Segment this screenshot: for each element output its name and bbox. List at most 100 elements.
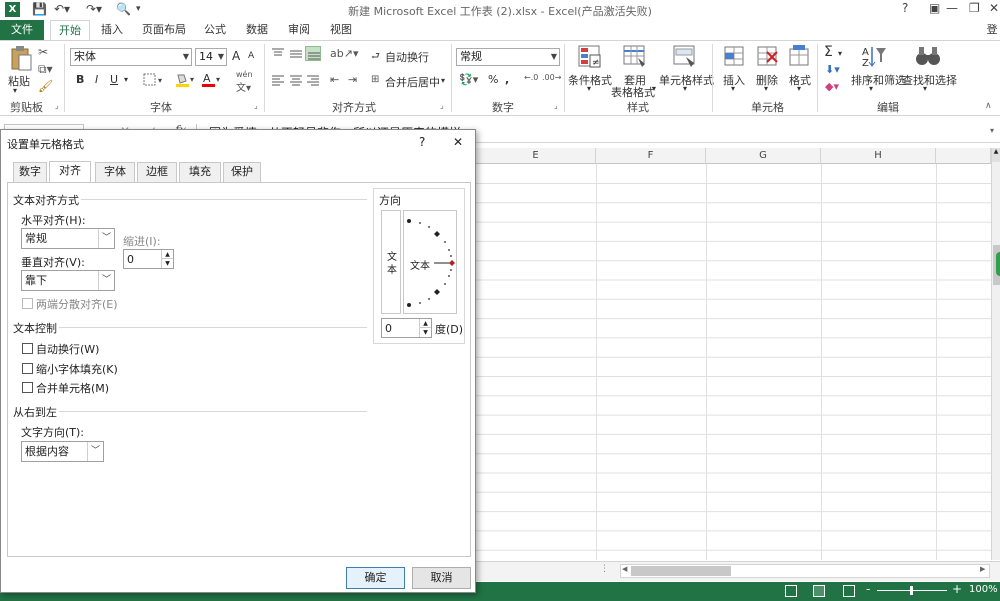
wrap-text-icon[interactable]: ⮐ <box>371 49 380 66</box>
column-header-f[interactable]: F <box>596 148 706 164</box>
wrap-text-button[interactable]: 自动换行 <box>385 49 429 65</box>
find-select-button[interactable]: 查找和选择 <box>902 72 957 88</box>
collapse-ribbon-icon[interactable]: ∧ <box>985 101 992 111</box>
zoom-out-button[interactable]: - <box>866 582 870 596</box>
scroll-right-icon[interactable]: ▶ <box>980 565 985 573</box>
number-format-combo[interactable]: 常规 ▼ <box>456 48 560 66</box>
horizontal-scroll-thumb[interactable] <box>631 566 731 576</box>
merge-cells-checkbox[interactable] <box>22 382 33 393</box>
font-launcher-icon[interactable]: ⌟ <box>254 101 258 110</box>
dialog-tab-number[interactable]: 数字 <box>13 162 47 182</box>
paste-dropdown-icon[interactable]: ▾ <box>13 86 17 95</box>
scroll-left-icon[interactable]: ◀ <box>622 565 627 573</box>
side-widget-icon[interactable] <box>996 252 1000 276</box>
page-layout-view-icon[interactable] <box>813 585 825 597</box>
dialog-tab-alignment[interactable]: 对齐 <box>49 161 91 182</box>
underline-dropdown-icon[interactable]: ▾ <box>124 75 128 84</box>
page-break-view-icon[interactable] <box>843 585 855 597</box>
font-size-combo[interactable]: 14 ▼ <box>195 48 227 66</box>
sign-in-link[interactable]: 登 <box>984 20 1000 40</box>
align-top-icon[interactable] <box>270 47 286 64</box>
scroll-up-icon[interactable]: ▲ <box>992 148 1000 162</box>
text-direction-select[interactable]: 根据内容 ﹀ <box>21 441 104 462</box>
merge-dropdown-icon[interactable]: ▾ <box>441 76 445 85</box>
insert-cells-icon[interactable] <box>722 44 746 73</box>
column-header-e[interactable]: E <box>476 148 596 164</box>
merge-center-icon[interactable]: ⊞ <box>371 74 379 85</box>
tab-formulas[interactable]: 公式 <box>198 20 232 40</box>
fill-icon[interactable]: ⬇▾ <box>825 63 840 76</box>
dialog-tab-font[interactable]: 字体 <box>95 162 135 182</box>
align-center-icon[interactable] <box>288 74 304 89</box>
degrees-spinner[interactable]: 0 ▲ ▼ <box>381 318 432 338</box>
fill-color-icon[interactable]: ▾ <box>175 72 197 91</box>
cut-icon[interactable]: ✂ <box>38 45 48 59</box>
decrease-decimal-icon[interactable]: .00→ <box>542 73 561 82</box>
format-painter-icon[interactable]: 🖌 <box>38 79 53 93</box>
autosum-dropdown-icon[interactable]: ▾ <box>838 49 842 58</box>
column-header-g[interactable]: G <box>706 148 821 164</box>
autosum-icon[interactable]: Σ <box>824 44 833 60</box>
dialog-tab-protection[interactable]: 保护 <box>223 162 261 182</box>
justify-distributed-checkbox[interactable] <box>22 298 33 309</box>
ok-button[interactable]: 确定 <box>346 567 405 589</box>
ribbon-display-options-icon[interactable]: ▣ <box>929 1 940 15</box>
tab-review[interactable]: 审阅 <box>282 20 316 40</box>
comma-button[interactable]: , <box>505 73 509 86</box>
clear-icon[interactable]: ◆▾ <box>825 80 839 93</box>
delete-cells-icon[interactable] <box>755 44 779 73</box>
spin-up-icon[interactable]: ▲ <box>419 319 431 328</box>
tab-file[interactable]: 文件 <box>0 20 44 40</box>
tab-view[interactable]: 视图 <box>324 20 358 40</box>
alignment-launcher-icon[interactable]: ⌟ <box>440 101 444 110</box>
underline-button[interactable]: U <box>110 73 118 86</box>
tab-insert[interactable]: 插入 <box>94 20 130 40</box>
wrap-text-checkbox[interactable] <box>22 343 33 354</box>
align-bottom-icon[interactable] <box>305 46 321 61</box>
cancel-button[interactable]: 取消 <box>412 567 471 589</box>
dialog-tab-border[interactable]: 边框 <box>137 162 177 182</box>
font-color-icon[interactable]: A ▾ <box>201 72 223 91</box>
decrease-indent-icon[interactable]: ⇤ <box>330 73 339 86</box>
font-name-combo[interactable]: 宋体 ▼ <box>70 48 192 66</box>
shrink-to-fit-checkbox[interactable] <box>22 363 33 374</box>
find-select-icon[interactable] <box>914 44 942 73</box>
bold-button[interactable]: B <box>76 73 84 86</box>
increase-font-icon[interactable]: A <box>232 49 240 63</box>
align-left-icon[interactable] <box>270 74 286 89</box>
zoom-in-button[interactable]: + <box>952 582 962 596</box>
border-icon[interactable]: ▾ <box>143 73 165 90</box>
decrease-font-icon[interactable]: A <box>248 51 254 61</box>
accounting-format-icon[interactable]: 💱▾ <box>459 73 478 86</box>
horizontal-alignment-select[interactable]: 常规 ﹀ <box>21 228 115 249</box>
sort-filter-button[interactable]: 排序和筛选 <box>851 72 906 88</box>
format-cells-icon[interactable] <box>787 44 811 73</box>
maximize-button[interactable]: ❐ <box>969 1 980 15</box>
indent-spinner[interactable]: 0 ▲ ▼ <box>123 249 174 269</box>
zoom-level[interactable]: 100% <box>969 584 998 595</box>
vertical-text-button[interactable]: 文本 <box>381 210 401 314</box>
align-right-icon[interactable] <box>305 74 321 89</box>
dialog-close-button[interactable]: ✕ <box>453 135 463 149</box>
cell-styles-icon[interactable] <box>672 44 698 73</box>
merge-center-button[interactable]: 合并后居中 <box>385 74 440 90</box>
paste-icon[interactable] <box>9 45 33 74</box>
format-as-table-icon[interactable] <box>622 44 648 73</box>
minimize-button[interactable]: — <box>946 1 958 15</box>
italic-button[interactable]: I <box>95 73 98 86</box>
increase-indent-icon[interactable]: ⇥ <box>348 73 357 86</box>
zoom-slider-handle[interactable] <box>910 586 913 595</box>
phonetic-guide-icon[interactable]: wén <box>236 70 253 79</box>
sheet-tab-splitter-icon[interactable]: ⋮ <box>600 564 609 574</box>
orientation-handle-icon[interactable] <box>449 260 455 266</box>
align-middle-icon[interactable] <box>288 47 304 64</box>
tab-data[interactable]: 数据 <box>240 20 274 40</box>
help-button[interactable]: ? <box>902 1 908 15</box>
percent-button[interactable]: % <box>488 73 498 86</box>
spin-down-icon[interactable]: ▼ <box>419 328 431 337</box>
clipboard-launcher-icon[interactable]: ⌟ <box>55 101 59 110</box>
number-launcher-icon[interactable]: ⌟ <box>554 101 558 110</box>
tab-page-layout[interactable]: 页面布局 <box>136 20 192 40</box>
conditional-format-icon[interactable]: ≠ <box>577 44 603 73</box>
spin-down-icon[interactable]: ▼ <box>161 259 173 268</box>
